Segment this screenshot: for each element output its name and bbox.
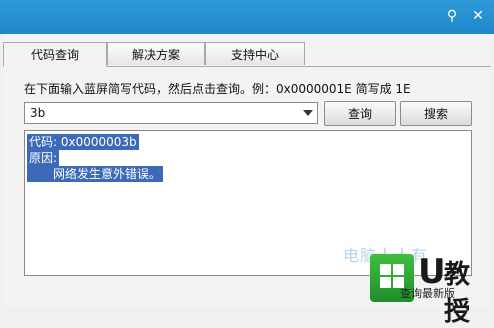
instruction-text: 在下面输入蓝屏简写代码，然后点击查询。例：0x0000001E 简写成 1E (24, 82, 411, 96)
close-icon[interactable]: ✕ (468, 6, 488, 26)
tab-label: 支持中心 (230, 47, 279, 62)
title-bar: ⚲ ✕ (0, 0, 494, 34)
tab-label: 代码查询 (30, 48, 79, 62)
status-text[interactable]: 查询最新版 (400, 285, 455, 301)
tab-solutions[interactable]: 解决方案 (107, 42, 205, 65)
tab-support-center[interactable]: 支持中心 (205, 42, 305, 65)
search-icon[interactable]: ⚲ (442, 6, 462, 26)
result-code-line: 代码: 0x0000003b (27, 134, 139, 150)
result-reason-text: 网络发生意外错误。 (27, 166, 164, 182)
code-input-combo[interactable]: 3b (24, 102, 318, 124)
chevron-down-icon[interactable] (303, 110, 313, 116)
tab-label: 解决方案 (131, 47, 180, 62)
tab-code-query[interactable]: 代码查询 (3, 42, 107, 67)
tab-strip: 代码查询 解决方案 支持中心 (3, 42, 491, 67)
query-button[interactable]: 查询 (324, 101, 396, 126)
search-button[interactable]: 搜索 (400, 101, 472, 126)
code-input-value[interactable]: 3b (30, 106, 45, 120)
result-reason-label: 原因: (27, 150, 60, 166)
